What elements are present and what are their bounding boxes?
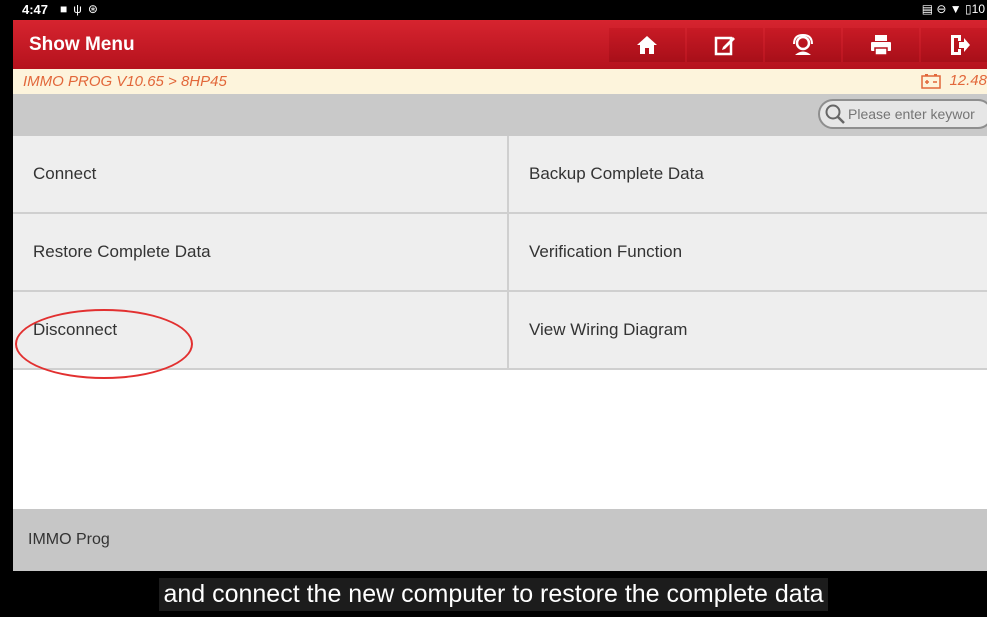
exit-icon bbox=[951, 35, 970, 55]
status-bar: 4:47 ■ψ⊛ ▤ ⊖ ▼ ▯10 bbox=[0, 0, 987, 20]
app-window: Show Menu IMMO PROG V10.65 > 8HP45 12.48… bbox=[13, 20, 987, 571]
footer-bar: IMMO Prog bbox=[13, 509, 987, 571]
menu-item-view-wiring-diagram[interactable]: View Wiring Diagram bbox=[509, 292, 987, 368]
dnd-icon: ⊖ bbox=[936, 2, 947, 16]
breadcrumb-bar: IMMO PROG V10.65 > 8HP45 12.48 bbox=[13, 69, 987, 94]
edit-icon bbox=[714, 36, 735, 56]
print-button[interactable] bbox=[843, 28, 919, 62]
caption-text: and connect the new computer to restore … bbox=[159, 577, 828, 611]
battery-icon: ▯ bbox=[965, 2, 972, 16]
exit-button[interactable] bbox=[921, 28, 987, 62]
home-button[interactable] bbox=[609, 28, 685, 62]
cast-icon: ▤ bbox=[921, 2, 934, 16]
video-icon: ■ bbox=[60, 2, 74, 16]
wifi-icon: ▼ bbox=[949, 2, 962, 16]
status-time: 4:47 bbox=[22, 2, 49, 17]
home-icon bbox=[637, 36, 657, 54]
search-box[interactable] bbox=[818, 99, 987, 129]
footer-label: IMMO Prog bbox=[28, 531, 110, 548]
status-left-icons: ■ψ⊛ bbox=[60, 2, 104, 16]
search-bar bbox=[13, 94, 987, 136]
page-title: Show Menu bbox=[29, 34, 135, 55]
battery-voltage: 12.48 bbox=[921, 72, 987, 89]
highlight-circle-annotation bbox=[15, 309, 193, 379]
edit-button[interactable] bbox=[687, 28, 763, 62]
print-icon bbox=[871, 35, 891, 56]
breadcrumb: IMMO PROG V10.65 > 8HP45 bbox=[23, 73, 227, 90]
status-right-icons: ▤ ⊖ ▼ ▯10 bbox=[922, 2, 985, 16]
menu-item-verification-function[interactable]: Verification Function bbox=[509, 214, 987, 290]
menu-item-backup-complete-data[interactable]: Backup Complete Data bbox=[509, 136, 987, 212]
menu-item-restore-complete-data[interactable]: Restore Complete Data bbox=[13, 214, 507, 290]
video-caption: and connect the new computer to restore … bbox=[0, 571, 987, 617]
search-input[interactable] bbox=[846, 106, 987, 122]
title-bar: Show Menu bbox=[13, 20, 987, 69]
toolbar bbox=[609, 28, 987, 62]
usb-icon: ψ bbox=[73, 2, 88, 16]
menu-item-connect[interactable]: Connect bbox=[13, 136, 507, 212]
battery-voltage-icon bbox=[921, 73, 942, 89]
support-button[interactable] bbox=[765, 28, 841, 62]
bluetooth-icon: ⊛ bbox=[87, 2, 104, 16]
search-icon bbox=[825, 104, 845, 124]
support-icon bbox=[793, 33, 813, 55]
battery-level: 10 bbox=[971, 2, 985, 16]
voltage-value: 12.48 bbox=[949, 72, 987, 89]
